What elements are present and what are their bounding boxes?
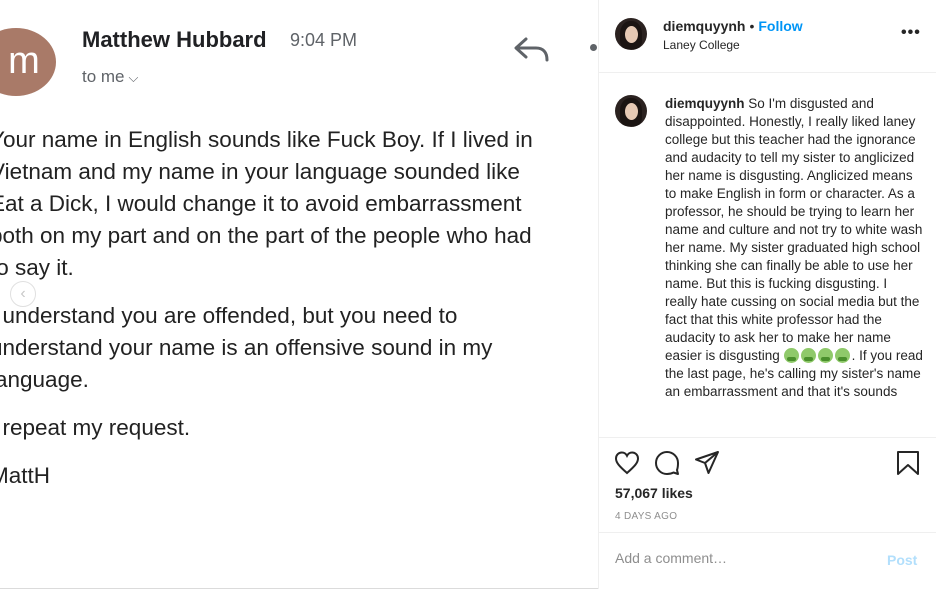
email-paragraph: I repeat my request. [0, 412, 598, 444]
email-line: understand your name is an offensive sou… [0, 335, 493, 360]
post-sidebar: diemquyynh • Follow Laney College ••• diem… [598, 0, 936, 589]
recipient-line: to me ⌵ [82, 67, 138, 87]
email-line: I repeat my request. [0, 415, 191, 440]
follow-button[interactable]: Follow [758, 18, 802, 34]
caption-scroll-area[interactable]: diemquyynh So I'm disgusted and disappoi… [599, 90, 936, 437]
comment-input[interactable] [615, 550, 855, 566]
caption-avatar[interactable] [615, 95, 647, 127]
caption-username[interactable]: diemquyynh [665, 96, 745, 111]
back-arrow-icon[interactable]: ‹ [10, 281, 36, 307]
comment-bar: Post [599, 532, 936, 589]
sender-name: Matthew Hubbard [82, 27, 267, 52]
sender-avatar-letter: m [8, 40, 40, 82]
nauseated-face-emoji-icon [817, 348, 833, 363]
email-body: Your name in English sounds like Fuck Bo… [0, 124, 598, 508]
likes-count[interactable]: 57,067 likes [615, 485, 693, 501]
avatar-face [625, 103, 638, 120]
post-time-ago[interactable]: 4 DAYS AGO [615, 511, 677, 522]
nauseated-face-emoji-icon [800, 348, 816, 363]
email-line: both on my part and on the part of the p… [0, 223, 532, 248]
comment-icon[interactable] [654, 450, 680, 476]
email-line: to say it. [0, 255, 74, 280]
caption-body: So I'm disgusted and disappointed. Hones… [665, 96, 923, 363]
bookmark-icon[interactable] [895, 450, 921, 476]
header-username[interactable]: diemquyynh [663, 18, 745, 34]
email-line: Vietnam and my name in your language sou… [0, 159, 520, 184]
email-paragraph: Your name in English sounds like Fuck Bo… [0, 124, 598, 284]
chevron-down-icon: ⌵ [128, 70, 139, 85]
separator-dot: • [749, 18, 755, 34]
header-username-line: diemquyynh • Follow [663, 18, 803, 34]
post-image-email[interactable]: m Matthew Hubbard 9:04 PM to me ⌵ Your na… [0, 0, 598, 589]
more-options-icon[interactable]: ••• [901, 24, 921, 42]
email-line: MattH [0, 463, 51, 488]
post-header: diemquyynh • Follow Laney College ••• [599, 0, 936, 73]
post-comment-button[interactable]: Post [887, 552, 917, 568]
avatar-face [625, 26, 638, 43]
share-icon[interactable] [694, 450, 720, 476]
email-paragraph: MattH [0, 460, 598, 492]
email-line: language. [0, 367, 89, 392]
recipient-label: to me [82, 67, 125, 86]
email-line: I understand you are offended, but you n… [0, 303, 458, 328]
reply-icon [514, 37, 549, 62]
email-line: Your name in English sounds like Fuck Bo… [0, 127, 533, 152]
email-time: 9:04 PM [290, 30, 358, 50]
caption-text: diemquyynh So I'm disgusted and disappoi… [665, 95, 923, 401]
nauseated-face-emoji-icon [834, 348, 850, 363]
email-line: Eat a Dick, I would change it to avoid e… [0, 191, 522, 216]
location-link[interactable]: Laney College [663, 38, 740, 52]
action-bar: 57,067 likes 4 DAYS AGO [599, 437, 936, 538]
nauseated-face-emoji-icon [783, 348, 799, 363]
heart-icon[interactable] [614, 450, 640, 476]
more-icon [590, 44, 597, 51]
email-paragraph: I understand you are offended, but you n… [0, 300, 598, 396]
avatar[interactable] [615, 18, 647, 50]
emoji-row [783, 348, 852, 363]
sender-avatar: m [0, 28, 56, 96]
